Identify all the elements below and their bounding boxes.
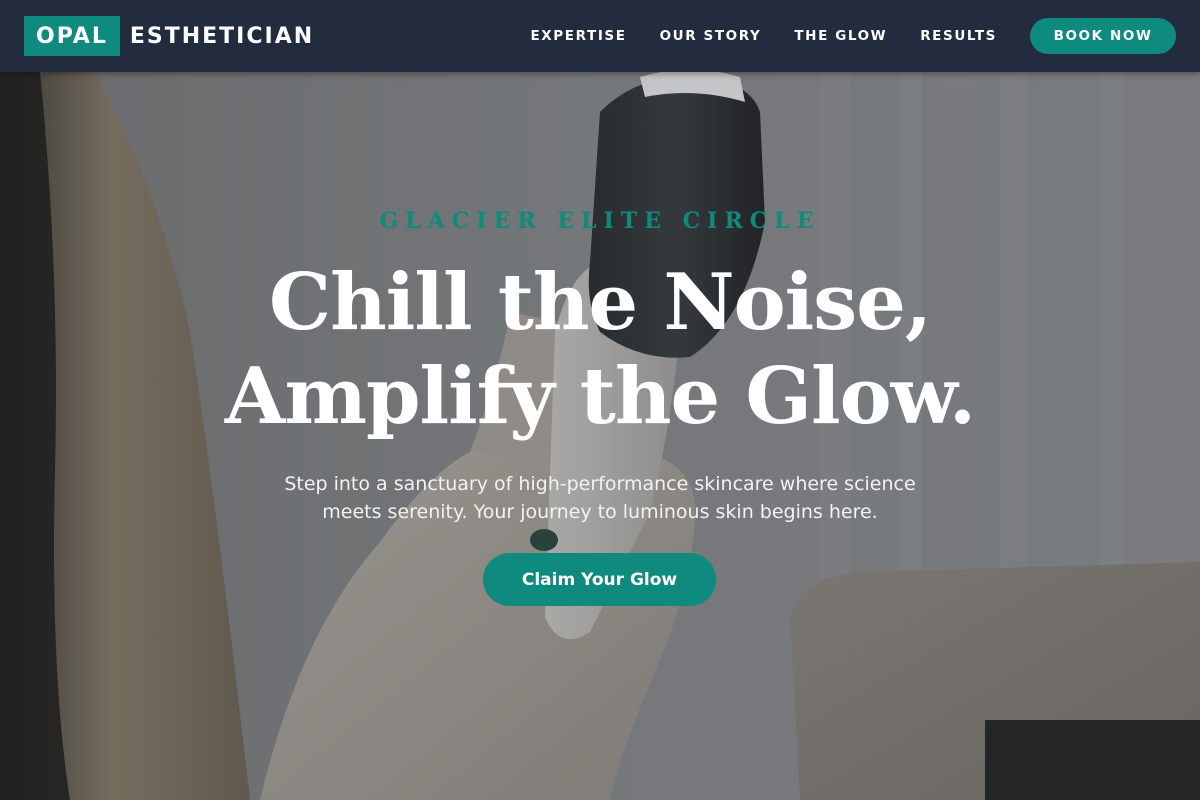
logo-wordmark: ESTHETICIAN bbox=[129, 23, 315, 49]
book-now-button[interactable]: BOOK NOW bbox=[1030, 18, 1176, 54]
hero-subtext-line-2: meets serenity. Your journey to luminous… bbox=[322, 501, 878, 523]
hero-eyebrow: GLACIER ELITE CIRCLE bbox=[379, 208, 821, 234]
main-nav: EXPERTISE OUR STORY THE GLOW RESULTS BOO… bbox=[530, 0, 1200, 72]
nav-link-our-story[interactable]: OUR STORY bbox=[660, 28, 762, 44]
nav-link-the-glow[interactable]: THE GLOW bbox=[794, 28, 887, 44]
site-header: OPAL ESTHETICIAN EXPERTISE OUR STORY THE… bbox=[0, 0, 1200, 72]
nav-link-expertise[interactable]: EXPERTISE bbox=[530, 28, 626, 44]
nav-link-results[interactable]: RESULTS bbox=[920, 28, 997, 44]
hero-subtext: Step into a sanctuary of high-performanc… bbox=[260, 470, 940, 526]
claim-your-glow-button[interactable]: Claim Your Glow bbox=[483, 553, 716, 606]
hero-content: GLACIER ELITE CIRCLE Chill the Noise, Am… bbox=[0, 0, 1200, 800]
hero-headline: Chill the Noise, Amplify the Glow. bbox=[0, 256, 1200, 444]
brand-logo[interactable]: OPAL ESTHETICIAN bbox=[24, 16, 314, 56]
hero-subtext-line-1: Step into a sanctuary of high-performanc… bbox=[284, 473, 916, 495]
hero-headline-line-1: Chill the Noise, bbox=[268, 257, 932, 348]
hero-headline-line-2: Amplify the Glow. bbox=[224, 351, 976, 442]
logo-mark: OPAL bbox=[24, 16, 120, 56]
